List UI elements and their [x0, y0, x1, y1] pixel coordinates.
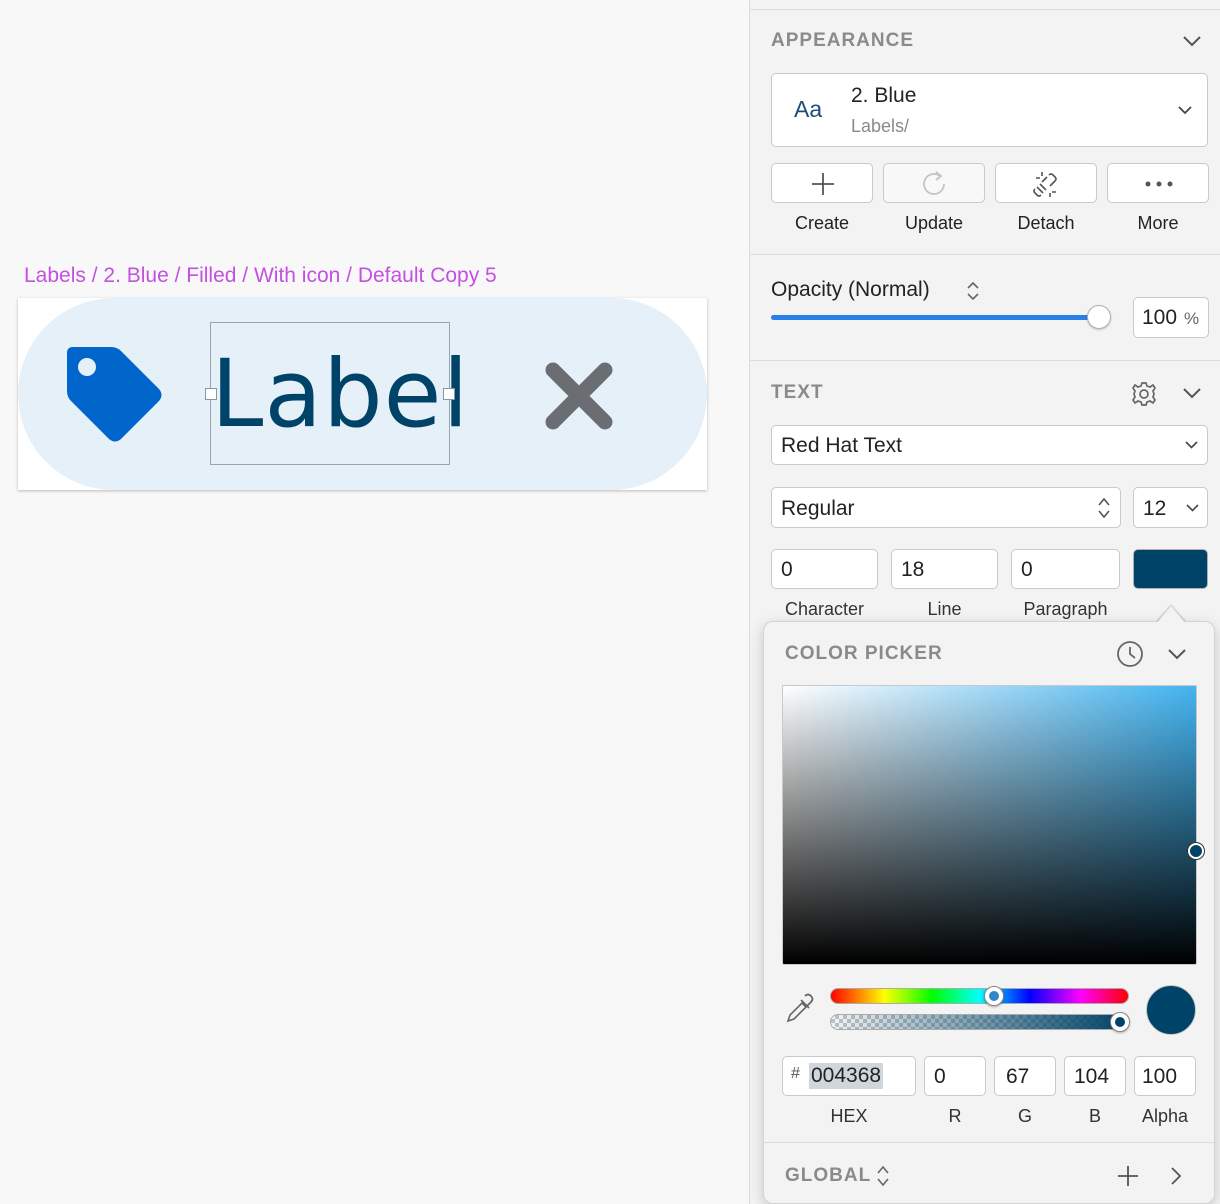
divider: [764, 1142, 1214, 1143]
resize-handle-left[interactable]: [205, 388, 217, 400]
detach-link-icon: [1033, 172, 1057, 197]
character-spacing-value: 0: [781, 558, 793, 581]
font-family-select[interactable]: Red Hat Text: [771, 425, 1208, 465]
hex-label: HEX: [830, 1106, 868, 1126]
character-label: Character: [784, 599, 865, 619]
appearance-section-title: APPEARANCE: [771, 30, 915, 51]
opacity-slider-fill: [771, 315, 1099, 320]
artboard-title[interactable]: Labels / 2. Blue / Filled / With icon / …: [24, 264, 497, 288]
tag-icon[interactable]: [65, 345, 165, 445]
color-preview-swatch: [1146, 985, 1196, 1035]
alpha-value: 100: [1142, 1065, 1178, 1088]
stepper-updown-icon[interactable]: [966, 280, 980, 302]
opacity-slider[interactable]: [771, 305, 1111, 329]
stepper-updown-icon[interactable]: [876, 1164, 890, 1188]
font-size-select[interactable]: 12: [1133, 487, 1208, 528]
chevron-down-icon: [1185, 441, 1198, 449]
alpha-slider-knob[interactable]: [1110, 1012, 1130, 1032]
create-style-button[interactable]: [771, 163, 873, 203]
hue-slider[interactable]: [830, 986, 1129, 1006]
opacity-slider-knob[interactable]: [1087, 305, 1111, 329]
divider: [750, 254, 1220, 255]
green-label: G: [1017, 1106, 1032, 1126]
font-size-value: 12: [1143, 497, 1167, 520]
update-style-button[interactable]: [883, 163, 985, 203]
green-value: 67: [1006, 1065, 1030, 1088]
opacity-value: 100: [1142, 306, 1178, 329]
paragraph-spacing-input[interactable]: 0: [1011, 549, 1120, 589]
hue-slider-knob[interactable]: [984, 986, 1005, 1006]
label-pill[interactable]: Label: [18, 298, 707, 490]
opacity-input[interactable]: 100 %: [1133, 297, 1209, 338]
paragraph-label: Paragraph: [1023, 599, 1108, 619]
red-input[interactable]: 0: [924, 1056, 986, 1096]
ellipsis-icon: [1145, 181, 1173, 187]
popover-arrow-inner: [1157, 606, 1185, 623]
resize-handle-right[interactable]: [443, 388, 455, 400]
divider: [750, 9, 1220, 10]
divider: [750, 360, 1220, 361]
paragraph-spacing-value: 0: [1021, 558, 1033, 581]
chevron-right-icon[interactable]: [1170, 1166, 1182, 1186]
clock-history-icon[interactable]: [1116, 640, 1144, 668]
alpha-input[interactable]: 100: [1134, 1056, 1196, 1096]
eyedropper-icon[interactable]: [784, 993, 814, 1025]
close-icon[interactable]: [545, 362, 613, 430]
artboard[interactable]: Label: [18, 298, 707, 490]
stepper-updown-icon: [1098, 497, 1110, 519]
text-layer-selection[interactable]: Label: [205, 322, 469, 466]
red-label: R: [948, 1106, 962, 1126]
blue-input[interactable]: 104: [1064, 1056, 1126, 1096]
hex-value: 004368: [809, 1063, 884, 1089]
plus-icon[interactable]: [1117, 1165, 1139, 1187]
chevron-down-icon[interactable]: [1167, 648, 1187, 660]
detach-style-button[interactable]: [995, 163, 1097, 203]
red-value: 0: [934, 1065, 946, 1088]
chevron-down-icon[interactable]: [1182, 35, 1202, 47]
font-family-value: Red Hat Text: [781, 434, 903, 457]
text-color-swatch[interactable]: [1133, 549, 1208, 589]
chevron-down-icon[interactable]: [1182, 387, 1202, 399]
saturation-brightness-field[interactable]: [782, 685, 1204, 965]
style-path: Labels/: [851, 116, 910, 136]
create-label: Create: [794, 213, 850, 233]
opacity-unit: %: [1184, 309, 1200, 328]
blue-label: B: [1088, 1106, 1101, 1126]
color-picker-popover: COLOR PICKER # 004368 0 67 104 100 HEX R…: [763, 621, 1215, 1204]
refresh-icon: [923, 171, 945, 195]
label-text[interactable]: Label: [211, 323, 469, 466]
plus-icon: [812, 173, 834, 195]
chevron-down-icon: [1186, 504, 1199, 512]
line-height-value: 18: [901, 558, 925, 581]
detach-label: Detach: [1017, 213, 1075, 233]
font-weight-value: Regular: [781, 497, 855, 520]
green-input[interactable]: 67: [994, 1056, 1056, 1096]
hex-input[interactable]: # 004368: [782, 1056, 916, 1096]
font-weight-select[interactable]: Regular: [771, 487, 1121, 528]
color-picker-title: COLOR PICKER: [785, 643, 943, 664]
line-height-input[interactable]: 18: [891, 549, 998, 589]
blue-value: 104: [1074, 1065, 1110, 1088]
shared-style-selector[interactable]: Aa 2. Blue Labels/: [771, 73, 1208, 147]
global-colors-title[interactable]: GLOBAL: [785, 1165, 871, 1187]
character-spacing-input[interactable]: 0: [771, 549, 878, 589]
alpha-label: Alpha: [1141, 1106, 1189, 1126]
style-preview: Aa: [794, 96, 823, 122]
opacity-blend-label[interactable]: Opacity (Normal): [771, 278, 930, 302]
alpha-slider[interactable]: [830, 1012, 1130, 1032]
line-label: Line: [927, 599, 962, 619]
more-style-button[interactable]: [1107, 163, 1209, 203]
chevron-down-icon: [1178, 106, 1192, 115]
update-label: Update: [904, 213, 964, 233]
text-section-title: TEXT: [771, 382, 824, 403]
hex-prefix: #: [791, 1065, 800, 1082]
style-name: 2. Blue: [851, 84, 917, 107]
gear-icon[interactable]: [1131, 381, 1157, 407]
more-label: More: [1137, 213, 1179, 233]
saturation-brightness-knob[interactable]: [1188, 843, 1204, 859]
